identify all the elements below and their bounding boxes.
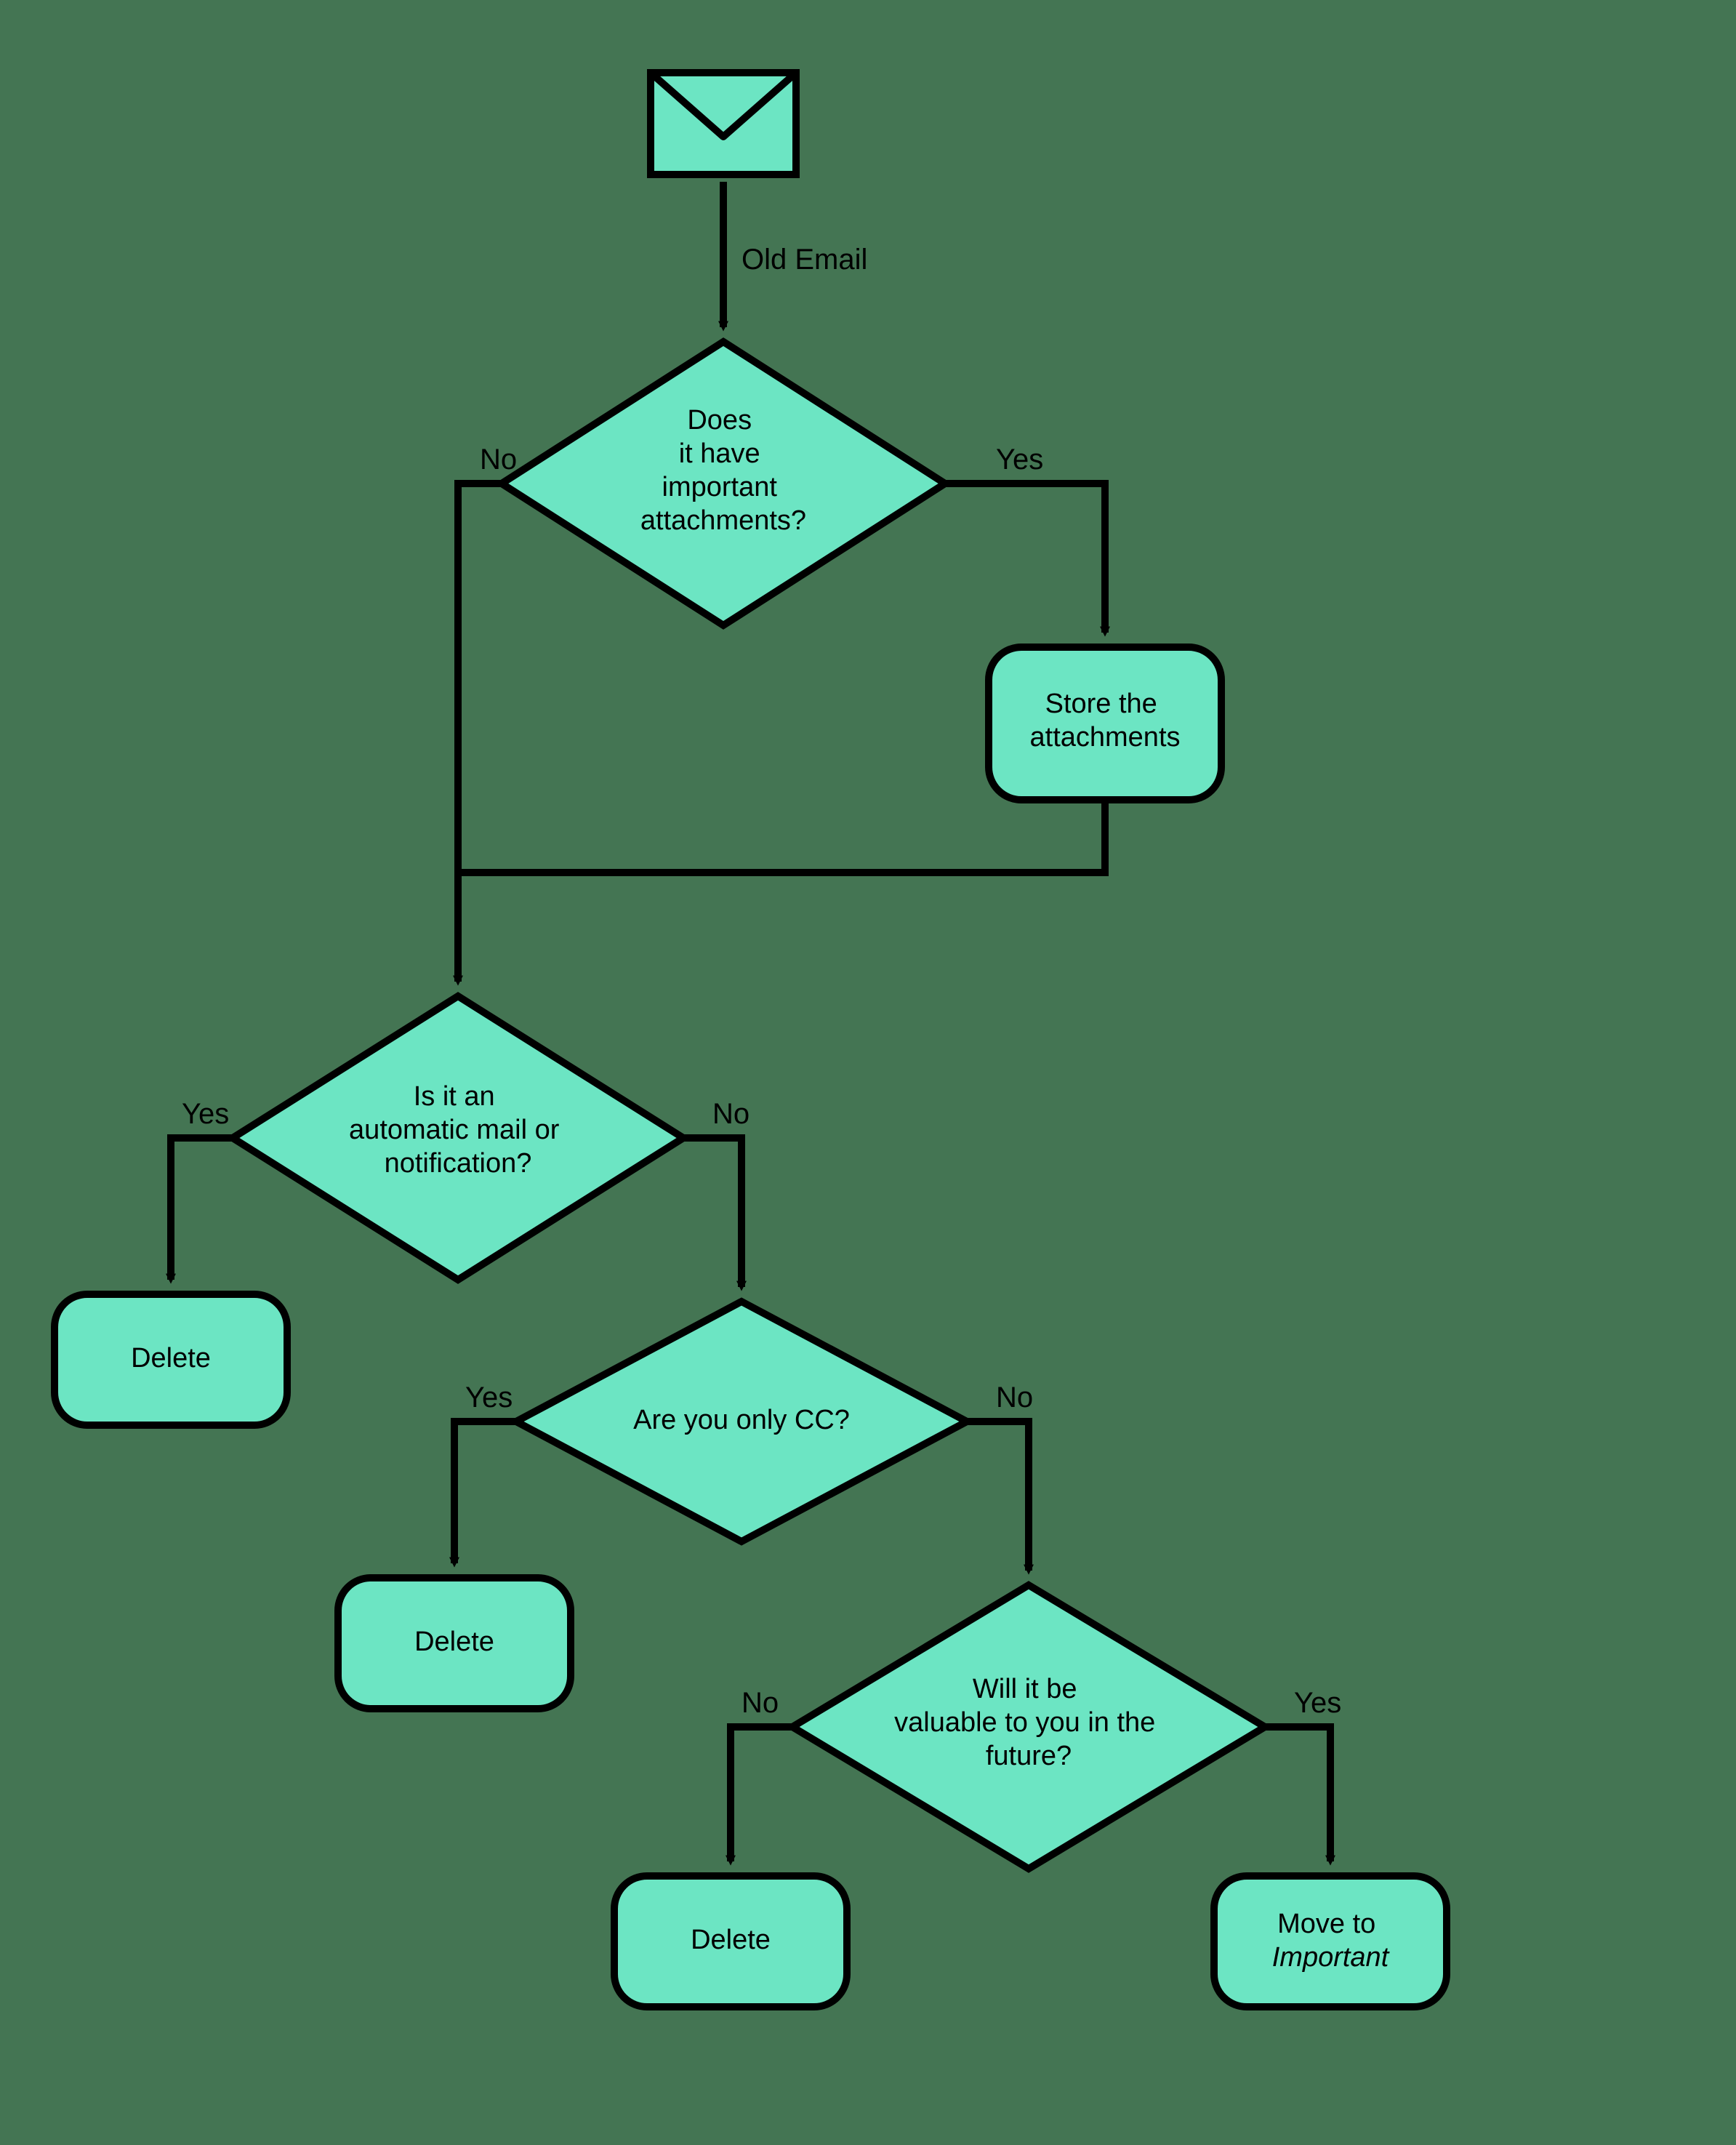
edge-label-q1-no: No [480,444,517,476]
edge-label-old-email: Old Email [742,244,867,276]
mail-icon [651,73,796,175]
q4-line3: future? [986,1741,1072,1771]
q1-line2: it have [679,438,760,469]
move-line2: Important [1272,1942,1390,1973]
process-move-important: Move to Important [1214,1876,1447,2007]
q4-line2: valuable to you in the [894,1707,1155,1738]
q4-line1: Will it be [973,1674,1077,1704]
decision-attachments: Does it have important attachments? [502,342,945,625]
process-delete-3: Delete [614,1876,847,2007]
edge-q3-yes: Yes [454,1382,516,1563]
q2-line1: Is it an [414,1081,495,1112]
decision-cc: Are you only CC? [516,1302,967,1541]
del3-line1: Delete [691,1925,771,1955]
edge-label-q2-yes: Yes [182,1098,229,1130]
decision-automatic: Is it an automatic mail or notification? [233,996,683,1280]
del1-line1: Delete [131,1343,211,1374]
del2-line1: Delete [414,1627,494,1657]
store-line1: Store the [1045,689,1157,719]
decision-valuable: Will it be valuable to you in the future… [792,1585,1265,1869]
edge-label-q3-yes: Yes [465,1382,513,1414]
edge-q1-yes: Yes [945,444,1105,633]
q1-line3: important [662,472,778,502]
edge-q2-yes: Yes [171,1098,233,1280]
q3-line1: Are you only CC? [633,1405,850,1435]
move-line1: Move to [1277,1909,1375,1939]
process-delete-2: Delete [338,1578,571,1709]
edge-q4-no: No [731,1687,792,1861]
q1-line1: Does [687,405,752,436]
edge-label-q2-no: No [712,1098,750,1130]
process-delete-1: Delete [55,1294,287,1425]
edge-q2-no: No [683,1098,750,1287]
edge-q3-no: No [967,1382,1033,1571]
email-flowchart: Old Email Does it have important attachm… [0,0,1736,2145]
edge-label-q1-yes: Yes [996,444,1043,476]
edge-label-q4-no: No [742,1687,779,1719]
edge-label-q3-no: No [996,1382,1033,1414]
edge-start-q1: Old Email [723,182,867,327]
q2-line2: automatic mail or [349,1115,560,1145]
edge-q1-no: No [458,444,517,873]
process-store-attachments: Store the attachments [989,647,1221,800]
edge-label-q4-yes: Yes [1294,1687,1341,1719]
q2-line3: notification? [385,1148,532,1179]
q1-line4: attachments? [640,505,806,536]
edge-q4-yes: Yes [1265,1687,1341,1861]
store-line2: attachments [1030,722,1181,753]
